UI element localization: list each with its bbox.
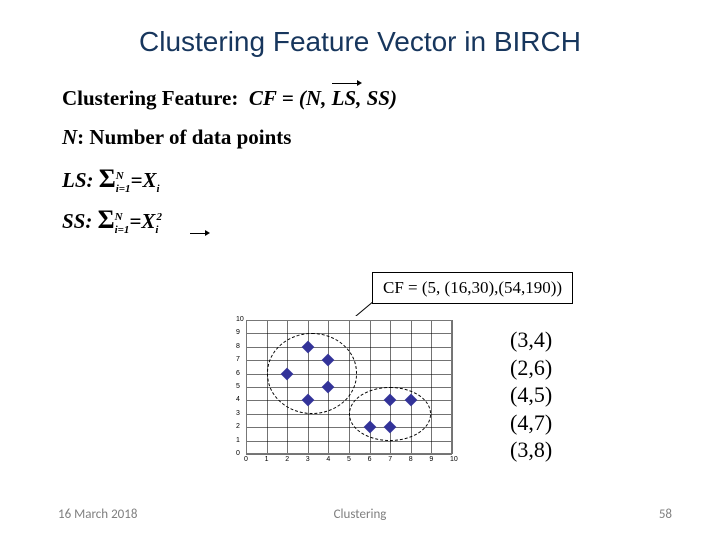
ls-sup: N xyxy=(116,170,124,182)
ss-definition: SS: ΣNi=1=Xi2 xyxy=(62,205,658,236)
n-symbol: N xyxy=(62,125,77,149)
cf-definition: Clustering Feature: CF = (N, LS, SS) xyxy=(62,86,658,111)
list-item: (4,5) xyxy=(510,381,552,409)
ss-sup: N xyxy=(115,211,123,223)
cf-formula-suffix: , SS) xyxy=(356,86,397,110)
list-item: (3,8) xyxy=(510,436,552,464)
data-points-list: (3,4) (2,6) (4,5) (4,7) (3,8) xyxy=(510,326,552,464)
cf-example-box: CF = (5, (16,30),(54,190)) xyxy=(372,272,573,304)
cluster-ellipse xyxy=(349,387,431,441)
sigma-icon: Σ xyxy=(98,205,115,234)
ss-sub: i=1 xyxy=(115,224,130,236)
sigma-icon: Σ xyxy=(99,164,116,193)
cf-label: Clustering Feature: xyxy=(62,86,238,110)
n-text: : Number of data points xyxy=(77,125,291,149)
ss-label: SS: xyxy=(62,209,98,233)
cluster-ellipse xyxy=(267,333,358,413)
list-item: (3,4) xyxy=(510,326,552,354)
ls-sub: i=1 xyxy=(116,183,131,195)
plot-area xyxy=(246,320,452,454)
ss-eq: =X xyxy=(129,209,155,233)
slide-title: Clustering Feature Vector in BIRCH xyxy=(0,0,720,58)
slide-body: Clustering Feature: CF = (N, LS, SS) N: … xyxy=(0,58,720,236)
ls-xsub: i xyxy=(157,183,160,195)
ss-xsub: i xyxy=(155,224,158,236)
ls-definition: LS: ΣNi=1=Xi xyxy=(62,164,658,195)
ss-xsup: 2 xyxy=(156,211,162,223)
ls-eq: =X xyxy=(131,168,157,192)
footer-topic: Clustering xyxy=(334,507,387,522)
ls-label: LS: xyxy=(62,168,99,192)
list-item: (2,6) xyxy=(510,354,552,382)
ls-vector: LS xyxy=(332,86,357,111)
page-number: 58 xyxy=(659,507,672,522)
scatter-plot: 012345678910012345678910 xyxy=(220,316,458,474)
cf-formula-prefix: CF = (N, xyxy=(249,86,332,110)
n-definition: N: Number of data points xyxy=(62,125,658,150)
list-item: (4,7) xyxy=(510,409,552,437)
footer-date: 16 March 2018 xyxy=(58,507,137,522)
